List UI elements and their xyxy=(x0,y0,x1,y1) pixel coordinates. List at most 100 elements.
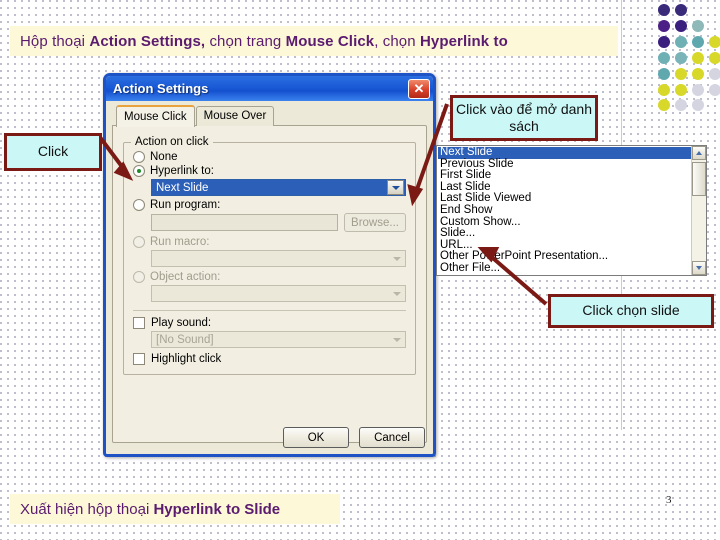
decorative-dot xyxy=(692,36,704,48)
highlight-click-row[interactable]: Highlight click xyxy=(133,353,406,365)
callout-open-list: Click vào để mở danh sách xyxy=(450,95,598,141)
decorative-dot xyxy=(709,84,720,96)
run-macro-row xyxy=(133,250,406,267)
decorative-dot xyxy=(709,52,720,64)
decorative-dot xyxy=(658,52,670,64)
hyperlink-target-value: Next Slide xyxy=(156,181,209,194)
hyperlink-target-combobox[interactable]: Next Slide xyxy=(151,179,406,196)
label-run-macro: Run macro: xyxy=(150,236,210,248)
tab-mouse-over[interactable]: Mouse Over xyxy=(195,106,275,126)
title-banner-text: Hộp thoại Action Settings, chọn trang Mo… xyxy=(20,33,508,50)
decorative-dot xyxy=(675,4,687,16)
decorative-dot-grid xyxy=(655,0,720,111)
play-sound-combobox[interactable]: [No Sound] xyxy=(151,331,406,348)
dialog-titlebar: Action Settings ✕ xyxy=(106,76,433,101)
option-none-row[interactable]: None xyxy=(133,151,406,163)
scroll-up-icon[interactable] xyxy=(692,146,706,160)
bottom-banner: Xuất hiện hộp thoại Hyperlink to Slide xyxy=(10,494,340,524)
banner-segment: Hộp thoại xyxy=(20,32,90,50)
decorative-dot xyxy=(692,84,704,96)
radio-object-action[interactable] xyxy=(133,271,145,283)
banner-segment: Hyperlink to Slide xyxy=(153,500,281,518)
dropdown-item[interactable]: Custom Show... xyxy=(438,216,691,229)
option-run-macro-row[interactable]: Run macro: xyxy=(133,236,406,248)
decorative-dot xyxy=(675,52,687,64)
dialog-buttons: OK Cancel xyxy=(283,427,425,448)
play-sound-row[interactable]: Play sound: xyxy=(133,317,406,329)
run-program-row: Browse... xyxy=(133,213,406,232)
dropdown-list[interactable]: Next Slide Previous Slide First Slide Last … xyxy=(437,146,691,275)
dropdown-item[interactable]: Other File... xyxy=(438,262,691,275)
play-sound-value: [No Sound] xyxy=(156,333,214,346)
decorative-dot xyxy=(692,20,704,32)
option-run-program-row[interactable]: Run program: xyxy=(133,199,406,211)
chevron-down-icon[interactable] xyxy=(387,180,404,195)
banner-segment: Hyperlink to xyxy=(419,32,508,50)
object-action-combobox[interactable] xyxy=(151,285,406,302)
decorative-dot xyxy=(658,68,670,80)
decorative-dot xyxy=(692,68,704,80)
chevron-down-icon xyxy=(393,291,401,296)
dialog-tabstrip: Mouse Click Mouse Over xyxy=(112,105,427,127)
hyperlink-to-dropdown[interactable]: Next Slide Previous Slide First Slide Last … xyxy=(436,145,707,276)
checkbox-play-sound[interactable] xyxy=(133,317,145,329)
checkbox-highlight-click[interactable] xyxy=(133,353,145,365)
bottom-banner-text: Xuất hiện hộp thoại Hyperlink to Slide xyxy=(20,501,280,518)
group-legend: Action on click xyxy=(131,136,213,148)
banner-segment: Xuất hiện hộp thoại xyxy=(20,500,154,518)
decorative-dot xyxy=(658,84,670,96)
radio-none[interactable] xyxy=(133,151,145,163)
dialog-tabpage: Action on click None Hyperlink to: Next … xyxy=(112,125,427,443)
decorative-dot xyxy=(658,4,670,16)
decorative-dot xyxy=(675,36,687,48)
decorative-dot xyxy=(658,36,670,48)
decorative-dot xyxy=(709,36,720,48)
label-highlight-click: Highlight click xyxy=(151,353,222,365)
scrollbar-track[interactable] xyxy=(692,160,706,261)
decorative-dot xyxy=(675,20,687,32)
group-divider xyxy=(133,310,406,311)
scrollbar-thumb[interactable] xyxy=(692,162,706,196)
option-hyperlink-row[interactable]: Hyperlink to: xyxy=(133,165,406,177)
title-banner: Hộp thoại Action Settings, chọn trang Mo… xyxy=(10,26,618,56)
dropdown-item[interactable]: Next Slide xyxy=(438,146,691,159)
decorative-dot xyxy=(675,99,687,111)
option-object-action-row[interactable]: Object action: xyxy=(133,271,406,283)
decorative-dot xyxy=(658,20,670,32)
dropdown-item[interactable]: End Show xyxy=(438,204,691,217)
decorative-dot xyxy=(692,99,704,111)
scroll-down-icon[interactable] xyxy=(692,261,706,275)
label-hyperlink-to: Hyperlink to: xyxy=(150,165,214,177)
browse-button[interactable]: Browse... xyxy=(344,213,406,232)
decorative-dot xyxy=(675,68,687,80)
tab-mouse-click[interactable]: Mouse Click xyxy=(116,105,195,127)
object-action-row xyxy=(133,285,406,302)
dialog-body: Mouse Click Mouse Over Action on click N… xyxy=(106,101,433,454)
ok-button[interactable]: OK xyxy=(283,427,349,448)
page-number: 3 xyxy=(666,494,672,506)
decorative-dot xyxy=(709,68,720,80)
cancel-button[interactable]: Cancel xyxy=(359,427,425,448)
play-sound-combo-row: [No Sound] xyxy=(133,331,406,348)
decorative-dot xyxy=(692,52,704,64)
label-object-action: Object action: xyxy=(150,271,221,283)
radio-hyperlink-to[interactable] xyxy=(133,165,145,177)
run-macro-combobox[interactable] xyxy=(151,250,406,267)
action-settings-dialog: Action Settings ✕ Mouse Click Mouse Over… xyxy=(103,73,436,457)
label-none: None xyxy=(150,151,178,163)
radio-run-program[interactable] xyxy=(133,199,145,211)
banner-segment: , chọn xyxy=(374,32,420,50)
action-on-click-group: Action on click None Hyperlink to: Next … xyxy=(123,136,416,375)
banner-segment: Action Settings, xyxy=(89,32,206,50)
dropdown-scrollbar[interactable] xyxy=(691,146,706,275)
label-play-sound: Play sound: xyxy=(151,317,212,329)
slide-canvas: Hộp thoại Action Settings, chọn trang Mo… xyxy=(0,0,720,540)
run-program-input[interactable] xyxy=(151,214,338,231)
decorative-dot xyxy=(675,84,687,96)
close-icon[interactable]: ✕ xyxy=(408,78,430,99)
dropdown-item[interactable]: Slide... xyxy=(438,228,691,240)
radio-run-macro[interactable] xyxy=(133,236,145,248)
banner-segment: Mouse Click xyxy=(285,32,375,50)
callout-click: Click xyxy=(4,133,102,171)
callout-choose-slide: Click chọn slide xyxy=(548,294,714,328)
